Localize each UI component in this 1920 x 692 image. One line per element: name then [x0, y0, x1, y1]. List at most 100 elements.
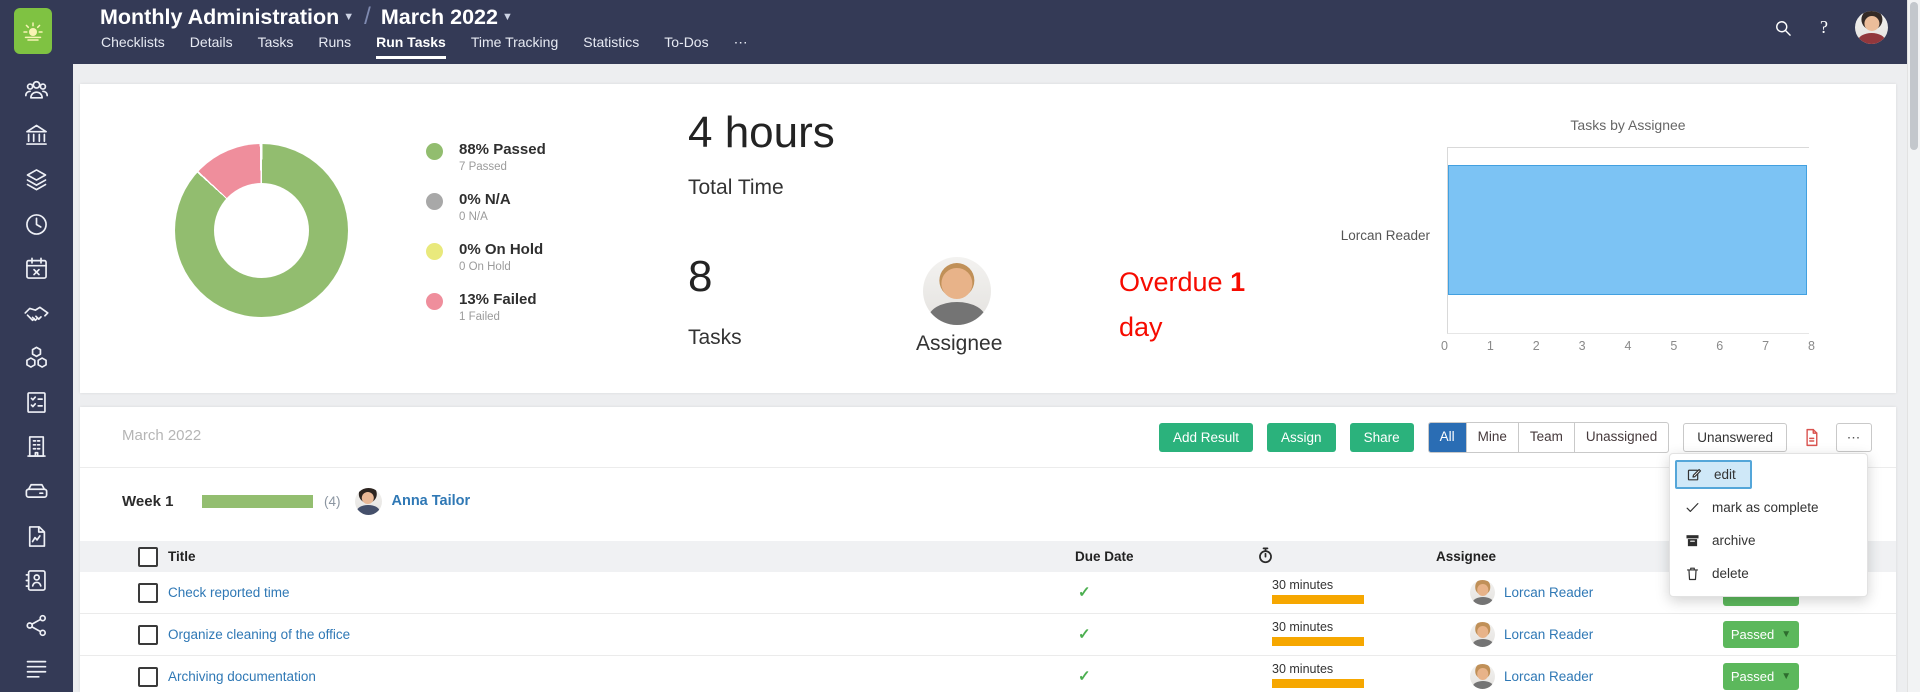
x-tick: 7: [1762, 339, 1770, 353]
row-checkbox[interactable]: [138, 583, 158, 603]
user-avatar[interactable]: [1855, 11, 1888, 44]
task-status-button[interactable]: Passed ▼: [1723, 621, 1799, 648]
nav-tabs: Checklists Details Tasks Runs Run Tasks …: [101, 34, 748, 59]
menu-item-edit[interactable]: edit: [1670, 458, 1867, 491]
checklist-icon: [27, 391, 46, 413]
duration-progress-bar: [1272, 595, 1364, 604]
column-assignee: Assignee: [1436, 549, 1497, 564]
tab-to-dos[interactable]: To-Dos: [664, 34, 708, 59]
scrollbar-thumb[interactable]: [1910, 2, 1918, 150]
filter-team[interactable]: Team: [1517, 422, 1574, 452]
assignment-filter-group: All Mine Team Unassigned: [1427, 421, 1670, 453]
bar-chart-plot: [1447, 147, 1809, 334]
week-progress-bar: [202, 494, 313, 508]
failed-dot-icon: [426, 293, 443, 310]
menu-item-archive[interactable]: archive: [1670, 524, 1867, 557]
assign-button[interactable]: Assign: [1267, 422, 1336, 452]
page-scrollbar[interactable]: [1907, 0, 1920, 692]
menu-item-label: delete: [1712, 566, 1749, 581]
task-title-link[interactable]: Check reported time: [168, 585, 290, 600]
legend-passed-pct: 88% Passed: [459, 141, 546, 158]
app-window: Monthly Administration ▼ / March 2022 ▼ …: [0, 0, 1920, 692]
sidebar-item-contacts[interactable]: [0, 558, 73, 603]
sidebar-item-reports[interactable]: [0, 514, 73, 559]
week-assignee-link[interactable]: Anna Tailor: [392, 493, 471, 509]
task-status-button[interactable]: Passed ▼: [1723, 663, 1799, 690]
select-all-checkbox[interactable]: [138, 547, 158, 567]
add-result-button[interactable]: Add Result: [1159, 422, 1254, 452]
tab-tasks[interactable]: Tasks: [258, 34, 294, 59]
task-title-link[interactable]: Organize cleaning of the office: [168, 627, 350, 642]
handshake-icon: [24, 306, 49, 321]
menu-item-label: mark as complete: [1712, 500, 1819, 515]
tab-overflow-more[interactable]: ⋯: [734, 34, 748, 59]
tab-time-tracking[interactable]: Time Tracking: [471, 34, 558, 59]
filter-all[interactable]: All: [1428, 422, 1466, 452]
task-title-link[interactable]: Archiving documentation: [168, 669, 316, 684]
row-assignee-avatar[interactable]: [1470, 580, 1495, 605]
row-assignee-link[interactable]: Lorcan Reader: [1504, 585, 1593, 600]
sidebar-item-organization[interactable]: [0, 113, 73, 158]
x-tick: 3: [1578, 339, 1586, 353]
tab-statistics[interactable]: Statistics: [583, 34, 639, 59]
tasks-count-stat: 8 Tasks: [688, 252, 742, 350]
sidebar-item-list[interactable]: [0, 648, 73, 692]
legend-item-onhold: 0% On Hold 0 On Hold: [426, 240, 546, 290]
unanswered-filter-button[interactable]: Unanswered: [1683, 422, 1787, 452]
sidebar-item-people[interactable]: [0, 68, 73, 113]
more-actions-button[interactable]: ⋯: [1836, 422, 1872, 452]
assignee-stat: Assignee: [916, 257, 1003, 356]
runbook-title-dropdown[interactable]: Monthly Administration: [100, 5, 339, 30]
pdf-export-icon[interactable]: [1801, 427, 1822, 448]
sidebar-item-time[interactable]: [0, 202, 73, 247]
tab-run-tasks[interactable]: Run Tasks: [376, 34, 446, 59]
row-assignee-avatar[interactable]: [1470, 622, 1495, 647]
tab-details[interactable]: Details: [190, 34, 233, 59]
assignee-label: Assignee: [916, 332, 1003, 355]
sidebar-item-share[interactable]: [0, 603, 73, 648]
app-logo[interactable]: [14, 8, 52, 54]
column-title: Title: [168, 549, 196, 564]
filter-unassigned[interactable]: Unassigned: [1573, 422, 1668, 452]
duration-progress-bar: [1272, 679, 1364, 688]
sidebar-item-storage[interactable]: [0, 469, 73, 514]
menu-item-delete[interactable]: delete: [1670, 557, 1867, 590]
x-tick: 2: [1532, 339, 1540, 353]
row-checkbox[interactable]: [138, 625, 158, 645]
sidebar-item-company[interactable]: [0, 425, 73, 470]
row-assignee-link[interactable]: Lorcan Reader: [1504, 669, 1593, 684]
sidebar-item-calendar[interactable]: [0, 246, 73, 291]
tab-checklists[interactable]: Checklists: [101, 34, 165, 59]
share-button[interactable]: Share: [1349, 422, 1414, 452]
duration-label: 30 minutes: [1272, 662, 1334, 676]
chevron-down-icon[interactable]: ▼: [502, 11, 513, 23]
assignee-avatar[interactable]: [923, 257, 991, 325]
users-icon: [24, 80, 49, 99]
passed-dot-icon: [426, 143, 443, 160]
tasks-count-value: 8: [688, 252, 713, 301]
help-icon[interactable]: ?: [1820, 17, 1828, 38]
bar-chart-x-axis: 0 1 2 3 4 5 6 7 8: [1441, 339, 1815, 353]
menu-item-mark-complete[interactable]: mark as complete: [1670, 491, 1867, 524]
legend-passed-count: 7 Passed: [459, 161, 507, 173]
overdue-warning: Overdue 1 day: [1119, 260, 1294, 350]
row-assignee-avatar[interactable]: [1470, 664, 1495, 689]
sidebar-item-checklists[interactable]: [0, 380, 73, 425]
week-assignee-avatar[interactable]: [354, 487, 382, 515]
sidebar-item-modules[interactable]: [0, 335, 73, 380]
tab-runs[interactable]: Runs: [318, 34, 351, 59]
filter-mine[interactable]: Mine: [1465, 422, 1518, 452]
stopwatch-icon: [1256, 546, 1275, 565]
row-checkbox[interactable]: [138, 667, 158, 687]
breadcrumb-separator: /: [364, 3, 371, 30]
chevron-down-icon[interactable]: ▼: [343, 11, 354, 23]
sidebar-item-partners[interactable]: [0, 291, 73, 336]
legend-onhold-count: 0 On Hold: [459, 261, 511, 273]
search-icon[interactable]: [1773, 18, 1793, 38]
run-section-title: March 2022: [122, 427, 202, 444]
total-time-value: 4 hours: [688, 108, 835, 157]
task-rows: Check reported time ✓ 30 minutes Lorcan …: [80, 572, 1896, 692]
sidebar-item-layers[interactable]: [0, 157, 73, 202]
run-title-dropdown[interactable]: March 2022: [381, 5, 498, 30]
row-assignee-link[interactable]: Lorcan Reader: [1504, 627, 1593, 642]
